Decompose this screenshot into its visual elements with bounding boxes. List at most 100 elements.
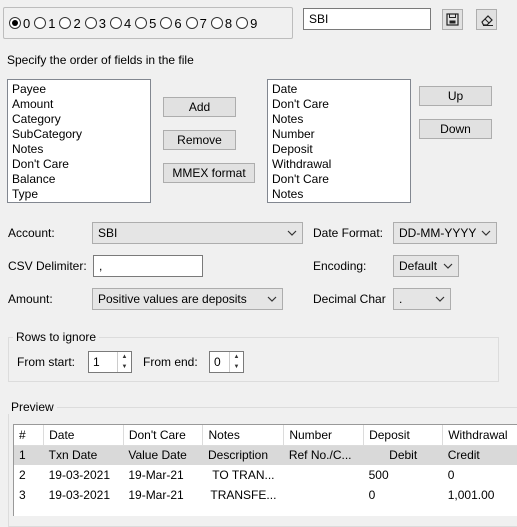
encoding-select[interactable]: Default	[393, 255, 459, 277]
date-format-value: DD-MM-YYYY	[399, 226, 477, 240]
list-item[interactable]: Notes	[272, 112, 406, 127]
chevron-down-icon	[443, 263, 453, 269]
from-end-spinner[interactable]: 0 ▲ ▼	[209, 351, 244, 373]
decimal-char-label: Decimal Char	[313, 292, 386, 306]
column-header[interactable]: Don't Care	[123, 425, 204, 446]
chevron-down-icon	[435, 296, 445, 302]
preset-radio-group: 0 1 2 3 4 5 6 7 8 9	[3, 7, 293, 39]
table-cell: Debit	[363, 445, 443, 465]
preview-title: Preview	[8, 400, 57, 414]
table-cell: 1	[14, 445, 44, 465]
date-format-select[interactable]: DD-MM-YYYY	[393, 222, 497, 244]
move-down-button[interactable]: Down	[419, 119, 492, 139]
column-header[interactable]: Withdrawal	[442, 425, 517, 446]
add-field-button[interactable]: Add	[163, 97, 236, 117]
list-item[interactable]: Withdrawal	[272, 157, 406, 172]
list-item[interactable]: Notes	[12, 142, 146, 157]
preset-radio-0[interactable]: 0	[9, 16, 30, 31]
preset-radio-2[interactable]: 2	[59, 16, 81, 31]
list-item[interactable]: Balance	[12, 172, 146, 187]
table-row[interactable]: 1 Txn Date Value Date Description Ref No…	[14, 445, 517, 465]
from-start-spinner[interactable]: 1 ▲ ▼	[88, 351, 132, 373]
preset-radio-1[interactable]: 1	[34, 16, 55, 31]
from-start-label: From start:	[17, 355, 76, 369]
decimal-char-value: .	[399, 292, 403, 306]
list-item[interactable]: Category	[12, 112, 146, 127]
preset-radio-6[interactable]: 6	[160, 16, 182, 31]
table-cell: 19-Mar-21	[128, 468, 184, 482]
spin-up-icon[interactable]: ▲	[230, 352, 243, 362]
preset-radio-4[interactable]: 4	[109, 16, 131, 31]
from-start-value: 1	[93, 355, 100, 369]
column-header[interactable]: Notes	[202, 425, 285, 446]
table-cell	[284, 485, 364, 505]
account-label: Account:	[8, 226, 55, 240]
mmex-format-button[interactable]: MMEX format	[163, 163, 255, 183]
spin-up-icon[interactable]: ▲	[118, 352, 131, 362]
date-format-label: Date Format:	[313, 226, 384, 240]
table-cell: 19-Mar-21	[128, 488, 184, 502]
amount-label: Amount:	[8, 292, 53, 306]
spin-down-icon[interactable]: ▼	[118, 362, 131, 372]
from-end-value: 0	[214, 355, 221, 369]
column-header[interactable]: Deposit	[363, 425, 444, 446]
table-cell: 1,001.00	[447, 488, 495, 502]
table-cell: TRANSFE...	[210, 488, 277, 502]
available-fields-list[interactable]: Payee Amount Category SubCategory Notes …	[7, 79, 151, 203]
move-up-button[interactable]: Up	[419, 86, 492, 106]
preset-name-input[interactable]: SBI	[303, 8, 431, 30]
spin-down-icon[interactable]: ▼	[230, 362, 243, 372]
table-cell: 19-03-2021	[48, 488, 110, 502]
account-select[interactable]: SBI	[92, 222, 303, 244]
preset-radio-7[interactable]: 7	[185, 16, 207, 31]
list-item[interactable]: Amount	[12, 97, 146, 112]
table-row[interactable]: 3 19-03-2021 19-Mar-21 TRANSFE... 0 1,00…	[14, 485, 517, 505]
amount-select[interactable]: Positive values are deposits	[92, 288, 283, 310]
table-cell	[284, 465, 364, 485]
column-header[interactable]: #	[14, 425, 45, 446]
encoding-value: Default	[399, 259, 438, 273]
table-cell: Value Date	[123, 445, 203, 465]
column-header[interactable]: Number	[283, 425, 365, 446]
csv-delimiter-input[interactable]: ,	[93, 255, 203, 277]
preset-radio-8[interactable]: 8	[210, 16, 232, 31]
encoding-label: Encoding:	[313, 259, 367, 273]
from-end-label: From end:	[143, 355, 198, 369]
preset-radio-3[interactable]: 3	[84, 16, 106, 31]
table-cell: Credit	[442, 445, 517, 465]
table-row[interactable]: 2 19-03-2021 19-Mar-21 TO TRAN... 500 0	[14, 465, 517, 485]
list-item[interactable]: Don't Care	[272, 172, 406, 187]
csv-delimiter-label: CSV Delimiter:	[8, 259, 87, 273]
table-cell: 19-03-2021	[48, 468, 110, 482]
decimal-char-select[interactable]: .	[393, 288, 451, 310]
chevron-down-icon	[267, 296, 277, 302]
table-cell: 2	[19, 468, 26, 482]
list-item[interactable]: Don't Care	[272, 97, 406, 112]
rows-to-ignore-title: Rows to ignore	[13, 330, 100, 344]
preset-radio-5[interactable]: 5	[135, 16, 156, 31]
list-item[interactable]: Date	[272, 82, 406, 97]
list-item[interactable]: Type	[12, 187, 146, 202]
list-item[interactable]: Number	[272, 127, 406, 142]
save-icon	[446, 13, 459, 26]
preview-grid[interactable]: # Date Don't Care Notes Number Deposit W…	[13, 424, 517, 516]
table-cell: 3	[19, 488, 26, 502]
chevron-down-icon	[481, 230, 491, 236]
list-item[interactable]: SubCategory	[12, 127, 146, 142]
preset-radio-9[interactable]: 9	[236, 16, 257, 31]
table-cell: Description	[202, 445, 284, 465]
selected-fields-list[interactable]: Date Don't Care Notes Number Deposit Wit…	[267, 79, 411, 203]
list-item[interactable]: Don't Care	[12, 157, 146, 172]
column-header[interactable]: Date	[43, 425, 124, 446]
list-item[interactable]: Deposit	[272, 142, 406, 157]
account-value: SBI	[98, 226, 118, 240]
eraser-icon	[480, 14, 493, 26]
list-item[interactable]: Payee	[12, 82, 146, 97]
clear-preset-button[interactable]	[476, 9, 497, 30]
list-item[interactable]: Notes	[272, 187, 406, 202]
save-preset-button[interactable]	[442, 9, 463, 30]
remove-field-button[interactable]: Remove	[163, 130, 236, 150]
table-cell: Ref No./C...	[283, 445, 364, 465]
amount-value: Positive values are deposits	[98, 292, 247, 306]
table-cell: 0	[368, 488, 376, 502]
